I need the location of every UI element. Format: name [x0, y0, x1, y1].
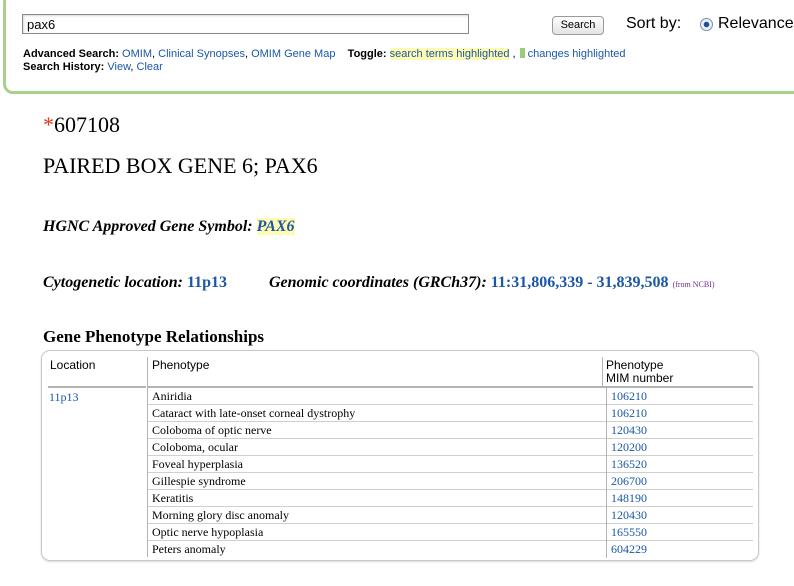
- table-row: Keratitis 148190: [148, 490, 753, 507]
- cytogenetic-label: Cytogenetic location:: [43, 274, 183, 291]
- location-link[interactable]: 11p13: [49, 390, 79, 405]
- mim-link[interactable]: 165550: [606, 524, 647, 541]
- phenotype-cell: Optic nerve hypoplasia: [152, 525, 264, 539]
- asterisk-marker: *: [43, 112, 54, 137]
- table-row: Peters anomaly 604229: [148, 541, 753, 558]
- mim-link[interactable]: 120200: [606, 439, 647, 456]
- relevance-label[interactable]: Relevance: [718, 15, 794, 33]
- table-row: Coloboma of optic nerve 120430: [148, 422, 753, 439]
- advanced-search-label: Advanced Search:: [23, 48, 119, 60]
- header-mim-line1: Phenotype: [606, 358, 664, 372]
- toggle-changes-link[interactable]: changes highlighted: [528, 48, 626, 60]
- hgnc-row: HGNC Approved Gene Symbol: PAX6: [43, 218, 295, 236]
- advanced-link-omim-gene-map[interactable]: OMIM Gene Map: [251, 48, 335, 60]
- header-phenotype: Phenotype: [152, 358, 210, 372]
- header-mim-number: Phenotype MIM number: [606, 359, 716, 385]
- section-title: Gene Phenotype Relationships: [43, 327, 265, 346]
- genomic-coordinates-link[interactable]: 11:31,806,339 - 31,839,508: [491, 274, 669, 291]
- header-divider: [48, 386, 146, 388]
- toggle-label: Toggle:: [347, 48, 387, 60]
- search-history-label: Search History:: [23, 61, 105, 73]
- mim-link[interactable]: 136520: [606, 456, 647, 473]
- search-history-row: Search History: View, Clear: [23, 61, 163, 73]
- toggle-search-terms-link[interactable]: search terms highlighted: [389, 48, 510, 60]
- cytogenetic-row: Cytogenetic location: 11p13: [43, 274, 227, 292]
- mim-link[interactable]: 604229: [606, 541, 647, 558]
- advanced-search-row: Advanced Search: OMIM, Clinical Synopses…: [23, 48, 626, 60]
- phenotype-cell: Aniridia: [152, 389, 192, 403]
- header-mim-line2: MIM number: [606, 371, 674, 385]
- table-row: Morning glory disc anomaly 120430: [148, 507, 753, 524]
- phenotype-cell: Coloboma, ocular: [152, 440, 238, 454]
- mim-link[interactable]: 106210: [606, 388, 647, 405]
- column-divider: [602, 357, 603, 387]
- mim-link[interactable]: 120430: [606, 422, 647, 439]
- mim-number-heading: *607108: [43, 112, 120, 138]
- hgnc-symbol-link[interactable]: PAX6: [256, 218, 295, 235]
- search-input[interactable]: [22, 14, 469, 34]
- history-view-link[interactable]: View: [107, 61, 130, 73]
- phenotype-cell: Foveal hyperplasia: [152, 457, 243, 471]
- history-clear-link[interactable]: Clear: [137, 61, 163, 73]
- mim-link[interactable]: 120430: [606, 507, 647, 524]
- search-button[interactable]: Search: [552, 16, 604, 35]
- phenotype-cell: Keratitis: [152, 491, 194, 505]
- sort-by-label: Sort by:: [626, 15, 682, 32]
- phenotype-cell: Gillespie syndrome: [152, 474, 246, 488]
- mim-number: 607108: [54, 112, 120, 137]
- header-location: Location: [50, 358, 96, 372]
- phenotype-cell: Peters anomaly: [152, 542, 226, 556]
- cytogenetic-link[interactable]: 11p13: [187, 274, 227, 291]
- genomic-label: Genomic coordinates (GRCh37):: [269, 274, 487, 291]
- mim-link[interactable]: 206700: [606, 473, 647, 490]
- table-row: Coloboma, ocular 120200: [148, 439, 753, 456]
- advanced-link-omim[interactable]: OMIM: [122, 48, 152, 60]
- hgnc-label: HGNC Approved Gene Symbol:: [43, 218, 253, 235]
- table-row: Cataract with late-onset corneal dystrop…: [148, 405, 753, 422]
- table-row: Foveal hyperplasia 136520: [148, 456, 753, 473]
- advanced-link-clinical-synopses[interactable]: Clinical Synopses: [158, 48, 245, 60]
- mim-link[interactable]: 106210: [606, 405, 647, 422]
- relevance-radio[interactable]: [700, 18, 713, 31]
- phenotype-cell: Cataract with late-onset corneal dystrop…: [152, 406, 356, 420]
- search-bar-panel: Search Sort by: Relevance Advanced Searc…: [3, 0, 794, 94]
- page-title: PAIRED BOX GENE 6; PAX6: [43, 153, 318, 178]
- changes-swatch: [519, 48, 525, 58]
- genomic-coordinates-row: Genomic coordinates (GRCh37): 11:31,806,…: [269, 274, 715, 292]
- phenotype-cell: Coloboma of optic nerve: [152, 423, 272, 437]
- phenotype-table: Location Phenotype Phenotype MIM number …: [41, 350, 759, 561]
- phenotype-cell: Morning glory disc anomaly: [152, 508, 289, 522]
- from-ncbi-note: (from NCBI): [672, 280, 715, 289]
- table-row: Optic nerve hypoplasia 165550: [148, 524, 753, 541]
- table-row: Aniridia 106210: [148, 388, 753, 405]
- table-row: Gillespie syndrome 206700: [148, 473, 753, 490]
- mim-link[interactable]: 148190: [606, 490, 647, 507]
